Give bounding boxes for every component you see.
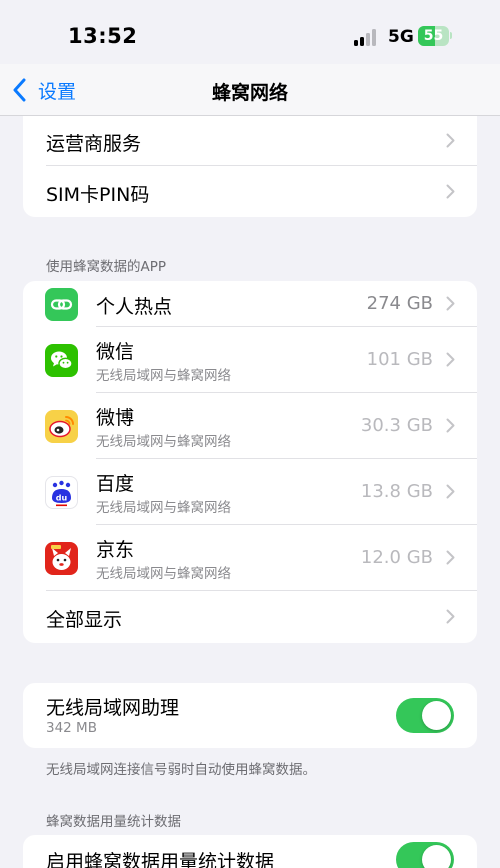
row-label: SIM卡PIN码 [46, 184, 150, 206]
wifi-assist-toggle[interactable] [396, 698, 454, 733]
chevron-right-icon [446, 418, 455, 433]
show-all-label: 全部显示 [46, 609, 123, 631]
wifi-assist-note: 无线局域网连接信号弱时自动使用蜂窝数据。 [46, 762, 316, 778]
carrier-services-row[interactable]: 运营商服务 [23, 116, 477, 166]
svg-text:du: du [56, 494, 68, 503]
carrier-group: 运营商服务 SIM卡PIN码 [23, 116, 477, 217]
app-subtitle: 无线局域网与蜂窝网络 [96, 566, 231, 582]
app-row-hotspot[interactable]: 个人热点 274 GB [23, 281, 477, 327]
jd-icon [45, 542, 78, 575]
stats-toggle[interactable] [396, 842, 454, 868]
app-usage: 101 GB [366, 349, 433, 370]
stats-group: 启用蜂窝数据用量统计数据 [23, 835, 477, 868]
toggle-knob [422, 701, 451, 730]
app-usage: 12.0 GB [360, 547, 433, 568]
status-bar: 13:52 5G 55 [0, 0, 500, 64]
apps-group: 个人热点 274 GB 微信 无线局域网与蜂窝网络 101 GB 微博 无线局域… [23, 281, 477, 643]
app-row-baidu[interactable]: du 百度 无线局域网与蜂窝网络 13.8 GB [23, 459, 477, 525]
chevron-right-icon [446, 133, 455, 148]
app-name: 京东 [96, 539, 135, 561]
stats-section-header: 蜂窝数据用量统计数据 [46, 814, 181, 830]
status-time: 13:52 [68, 24, 138, 48]
toggle-knob [422, 845, 451, 868]
row-label: 运营商服务 [46, 133, 142, 155]
network-type: 5G [388, 27, 414, 47]
navigation-bar: 设置 蜂窝网络 [0, 64, 500, 116]
hotspot-icon [45, 288, 78, 321]
chevron-right-icon [446, 296, 455, 311]
wifi-assist-label: 无线局域网助理 [46, 697, 180, 719]
app-name: 百度 [96, 473, 135, 495]
chevron-right-icon [446, 609, 455, 624]
page-title: 蜂窝网络 [211, 82, 288, 104]
chevron-right-icon [446, 352, 455, 367]
app-row-weibo[interactable]: 微博 无线局域网与蜂窝网络 30.3 GB [23, 393, 477, 459]
app-row-jd[interactable]: 京东 无线局域网与蜂窝网络 12.0 GB [23, 525, 477, 591]
stats-label: 启用蜂窝数据用量统计数据 [46, 851, 275, 868]
battery-icon: 55 [418, 26, 452, 46]
app-subtitle: 无线局域网与蜂窝网络 [96, 500, 231, 516]
chevron-right-icon [446, 184, 455, 199]
app-name: 微信 [96, 341, 135, 363]
signal-icon [354, 28, 380, 46]
battery-percent: 55 [423, 28, 444, 44]
app-row-wechat[interactable]: 微信 无线局域网与蜂窝网络 101 GB [23, 327, 477, 393]
chevron-right-icon [446, 484, 455, 499]
sim-pin-row[interactable]: SIM卡PIN码 [23, 166, 477, 217]
wifi-assist-row: 无线局域网助理 342 MB [23, 683, 477, 748]
app-usage: 13.8 GB [360, 481, 433, 502]
app-name: 个人热点 [96, 296, 173, 318]
wifi-assist-size: 342 MB [46, 720, 97, 736]
chevron-right-icon [446, 550, 455, 565]
apps-section-header: 使用蜂窝数据的APP [46, 259, 167, 275]
app-subtitle: 无线局域网与蜂窝网络 [96, 434, 231, 450]
app-usage: 274 GB [366, 293, 433, 314]
app-name: 微博 [96, 407, 135, 429]
show-all-row[interactable]: 全部显示 [23, 591, 477, 643]
app-subtitle: 无线局域网与蜂窝网络 [96, 368, 231, 384]
stats-row: 启用蜂窝数据用量统计数据 [23, 835, 477, 868]
wechat-icon [45, 344, 78, 377]
baidu-icon: du [45, 476, 78, 509]
app-usage: 30.3 GB [360, 415, 433, 436]
weibo-icon [45, 410, 78, 443]
wifi-assist-group: 无线局域网助理 342 MB [23, 683, 477, 748]
